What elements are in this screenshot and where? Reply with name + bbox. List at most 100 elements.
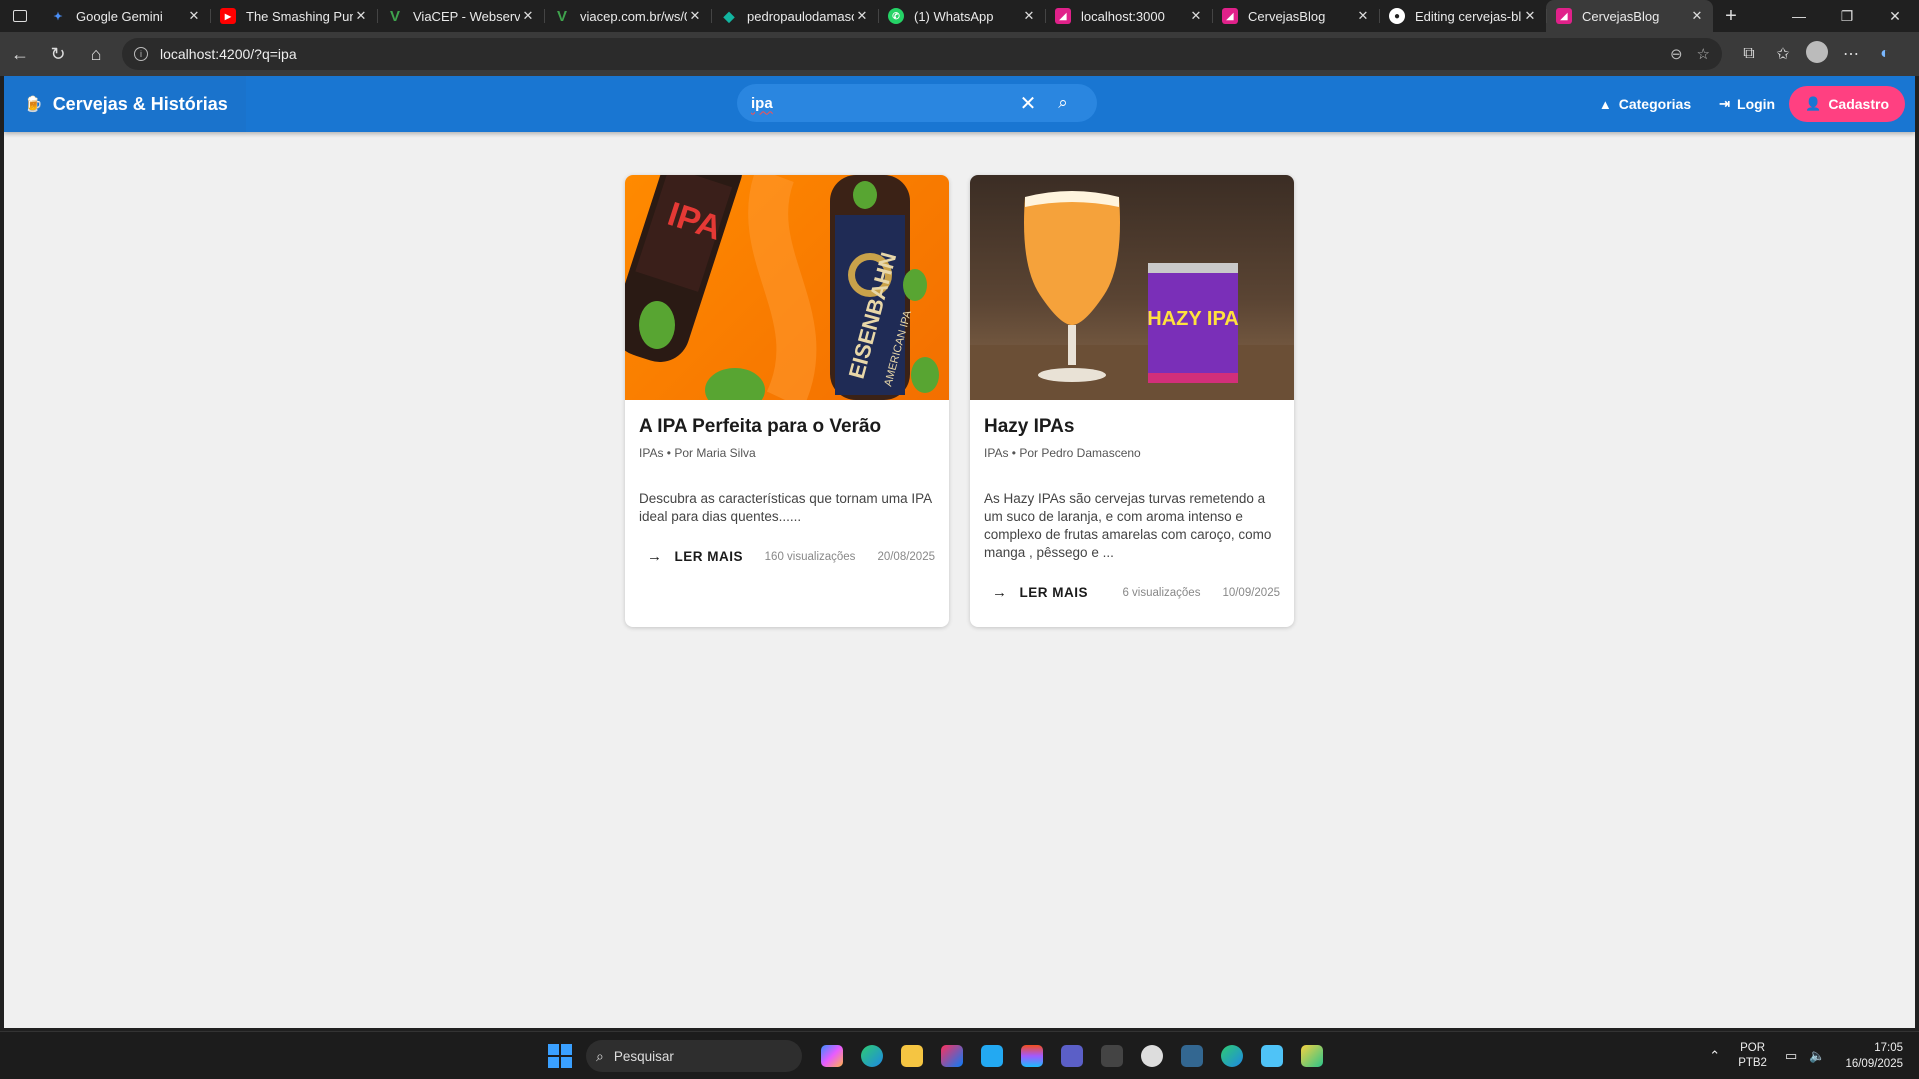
tab-label: Google Gemini (76, 8, 163, 24)
post-card[interactable]: IPA EISENBAHN AMERICAN IPA A IPA Perfeit… (625, 175, 949, 627)
avatar-icon (1806, 40, 1828, 63)
close-tab-icon[interactable]: ✕ (1522, 8, 1538, 24)
tab-label: viacep.com.br/ws/0 (580, 8, 687, 24)
vscode-app[interactable] (972, 1038, 1012, 1074)
start-button[interactable] (548, 1044, 572, 1068)
address-bar[interactable]: i localhost:4200/?q=ipa ⊖ ☆ (122, 38, 1722, 70)
app-icon: ◢ (1222, 8, 1238, 24)
network-icon[interactable]: ▭ (1785, 1048, 1797, 1064)
beer-icon: 🍺 (24, 96, 43, 113)
browser-tab-active[interactable]: ◢ CervejasBlog ✕ (1546, 0, 1713, 32)
restore-icon: ❐ (1840, 7, 1854, 24)
copilot-icon (821, 1045, 843, 1067)
favorite-star-icon[interactable]: ☆ (1697, 45, 1710, 63)
figma-icon (1021, 1045, 1043, 1067)
chevron-up-icon[interactable]: ⌃ (1709, 1048, 1720, 1064)
arrow-right-icon: → (647, 548, 663, 565)
taskbar-search[interactable]: ⌕ Pesquisar (586, 1040, 802, 1072)
categories-label: Categorias (1618, 96, 1692, 112)
read-more-button[interactable]: → LER MAIS (984, 580, 1096, 605)
browser-tab[interactable]: ◆ pedropaulodamasc ✕ (711, 0, 878, 32)
minimize-icon: — (1792, 8, 1806, 24)
browser-tab[interactable]: V viacep.com.br/ws/0 ✕ (544, 0, 711, 32)
diamond-icon: ◆ (723, 7, 735, 24)
close-icon: ✕ (1889, 7, 1901, 24)
close-tab-icon[interactable]: ✕ (687, 8, 703, 24)
search-button[interactable]: ⌕ (1043, 93, 1083, 113)
read-more-label: LER MAIS (1019, 585, 1089, 600)
intellij-icon (941, 1045, 963, 1067)
close-tab-icon[interactable]: ✕ (186, 8, 202, 24)
search-icon: ⌕ (596, 1047, 604, 1064)
whatsapp-icon: ✆ (888, 8, 904, 24)
copilot-icon[interactable]: ◐ (1868, 45, 1902, 63)
profile-avatar[interactable] (1800, 40, 1834, 68)
post-image[interactable]: IPA EISENBAHN AMERICAN IPA (625, 175, 949, 400)
edge-app[interactable] (852, 1038, 892, 1074)
close-tab-icon[interactable]: ✕ (1188, 8, 1204, 24)
gemini-icon: ✦ (53, 10, 63, 23)
figma-app[interactable] (1012, 1038, 1052, 1074)
post-card[interactable]: HAZY IPA Hazy IPAs IPAs • Por Pedro Dama… (970, 175, 1294, 627)
brand-link[interactable]: 🍺 Cervejas & Histórias (4, 76, 246, 132)
info-icon[interactable]: i (134, 47, 148, 61)
edge-icon (1221, 1045, 1243, 1067)
home-button[interactable]: ⌂ (78, 36, 114, 72)
extensions-icon[interactable]: ⧉ (1732, 45, 1766, 63)
app-launcher-skull[interactable] (1132, 1038, 1172, 1074)
minimize-button[interactable]: — (1775, 0, 1823, 32)
favorites-icon[interactable]: ✩ (1766, 44, 1800, 64)
post-title[interactable]: Hazy IPAs (984, 416, 1280, 438)
close-tab-icon[interactable]: ✕ (353, 8, 369, 24)
browser-tab[interactable]: V ViaCEP - Webservic ✕ (377, 0, 544, 32)
restore-button[interactable]: ❐ (1823, 0, 1871, 32)
browser-tab[interactable]: ▶ The Smashing Pump ✕ (210, 0, 377, 32)
new-tab-button[interactable]: + (1713, 5, 1749, 28)
post-title[interactable]: A IPA Perfeita para o Verão (639, 416, 935, 438)
close-tab-icon[interactable]: ✕ (854, 8, 870, 24)
intellij-app[interactable] (932, 1038, 972, 1074)
copilot-app[interactable] (812, 1038, 852, 1074)
gitkraken-app[interactable] (1292, 1038, 1332, 1074)
postgres-app[interactable] (1172, 1038, 1212, 1074)
more-menu-icon[interactable]: ⋯ (1834, 44, 1868, 64)
volume-icon[interactable]: 🔈 (1809, 1048, 1825, 1064)
clock[interactable]: 17:05 16/09/2025 (1845, 1040, 1903, 1072)
viacep-icon: V (389, 7, 400, 25)
language-indicator[interactable]: POR PTB2 (1738, 1041, 1767, 1071)
login-button[interactable]: ⇥ Login (1705, 86, 1789, 122)
notepad-app[interactable] (1252, 1038, 1292, 1074)
app-launcher-a[interactable] (1092, 1038, 1132, 1074)
close-window-button[interactable]: ✕ (1871, 0, 1919, 32)
post-date: 10/09/2025 (1222, 586, 1280, 599)
lang-bottom: PTB2 (1738, 1057, 1767, 1069)
categories-icon: ▲ (1598, 96, 1612, 112)
close-tab-icon[interactable]: ✕ (1689, 8, 1705, 24)
notepad-icon (1261, 1045, 1283, 1067)
read-more-button[interactable]: → LER MAIS (639, 544, 751, 569)
signup-button[interactable]: 👤 Cadastro (1789, 86, 1905, 122)
categories-button[interactable]: ▲ Categorias (1585, 86, 1705, 122)
file-explorer-app[interactable] (892, 1038, 932, 1074)
zoom-icon[interactable]: ⊖ (1670, 45, 1683, 63)
url-text[interactable]: localhost:4200/?q=ipa (160, 46, 297, 62)
edge-app-active[interactable] (1212, 1038, 1252, 1074)
browser-tab[interactable]: ◢ CervejasBlog ✕ (1212, 0, 1379, 32)
close-tab-icon[interactable]: ✕ (520, 8, 536, 24)
browser-tab[interactable]: ● Editing cervejas-bl ✕ (1379, 0, 1546, 32)
tab-actions-icon (13, 10, 27, 22)
tab-actions-button[interactable] (0, 0, 40, 32)
browser-tab[interactable]: ◢ localhost:3000 ✕ (1045, 0, 1212, 32)
teams-app[interactable] (1052, 1038, 1092, 1074)
browser-tab[interactable]: ✦ Google Gemini ✕ (40, 0, 210, 32)
post-excerpt: Descubra as características que tornam u… (639, 491, 932, 524)
back-button[interactable]: ← (2, 36, 38, 72)
reload-button[interactable]: ↻ (40, 36, 76, 72)
search-input[interactable]: ipa (751, 95, 1013, 112)
post-image[interactable]: HAZY IPA (970, 175, 1294, 400)
browser-tab[interactable]: ✆ (1) WhatsApp ✕ (878, 0, 1045, 32)
clear-search-button[interactable]: ✕ (1013, 91, 1043, 116)
tab-label: pedropaulodamasc (747, 8, 854, 24)
close-tab-icon[interactable]: ✕ (1355, 8, 1371, 24)
close-tab-icon[interactable]: ✕ (1021, 8, 1037, 24)
